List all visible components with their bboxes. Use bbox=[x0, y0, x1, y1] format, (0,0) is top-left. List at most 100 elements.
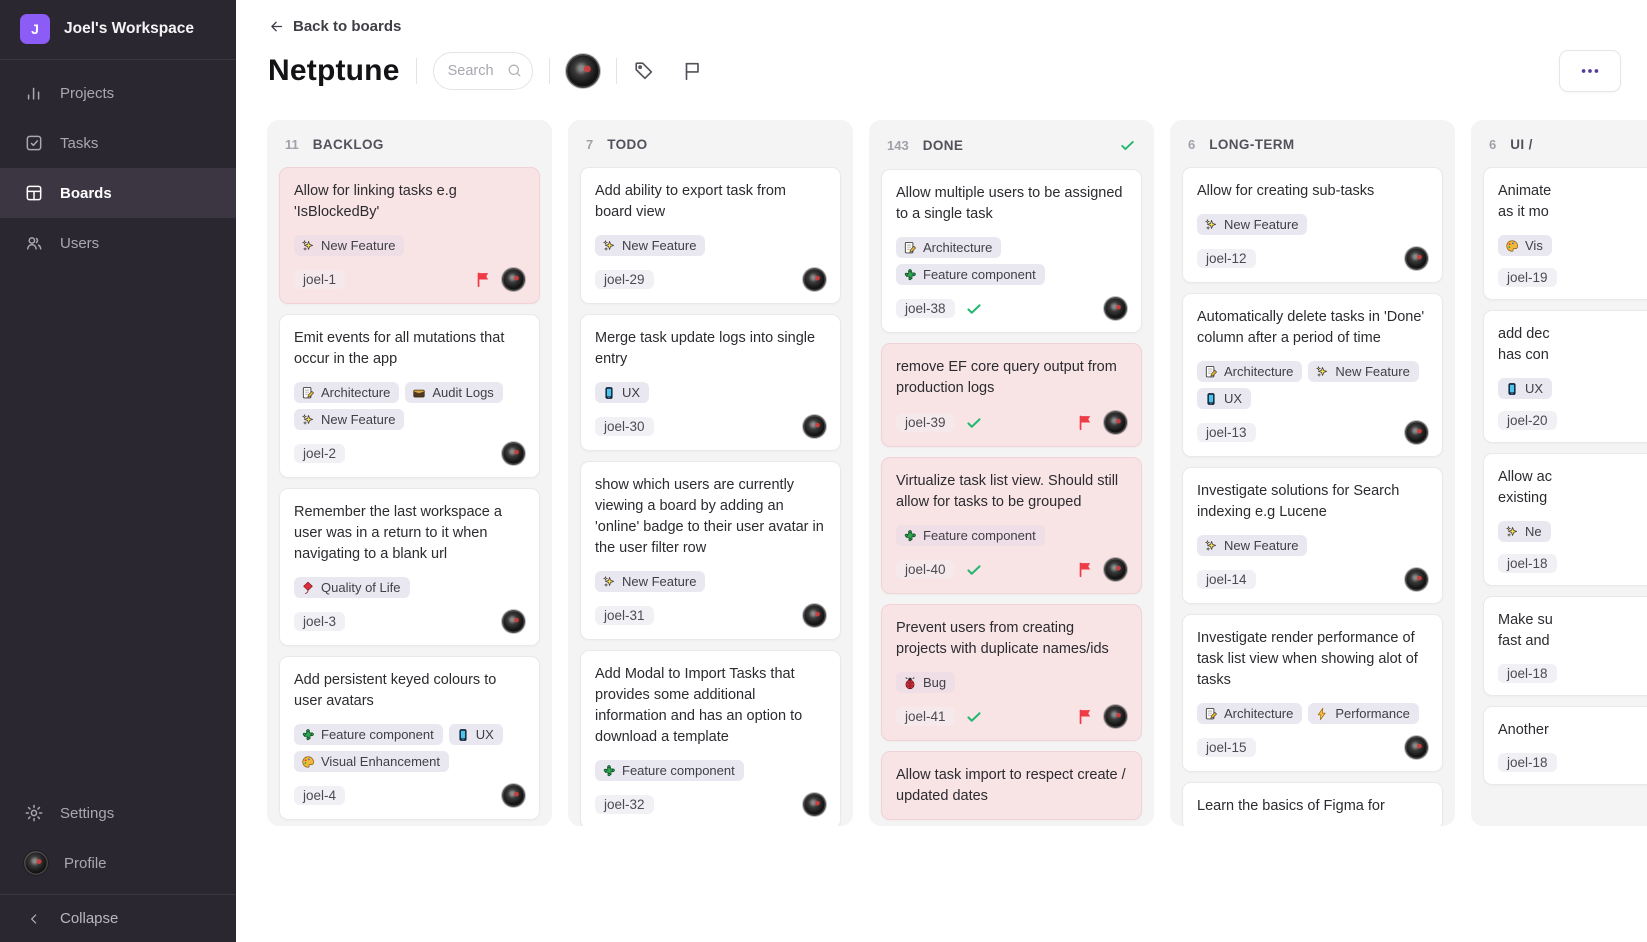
task-card[interactable]: Animate as it mo Vis joel-19 bbox=[1483, 167, 1647, 300]
tag-ne[interactable]: Ne bbox=[1498, 521, 1551, 542]
sidebar-item-tasks[interactable]: Tasks bbox=[0, 118, 236, 168]
column-title: DONE bbox=[923, 138, 964, 153]
tag-ux[interactable]: UX bbox=[595, 382, 649, 403]
board-menu-button[interactable] bbox=[1559, 50, 1621, 92]
tag-architecture[interactable]: Architecture bbox=[294, 382, 399, 403]
assignee-avatar[interactable] bbox=[803, 268, 826, 291]
tag-audit-logs[interactable]: Audit Logs bbox=[405, 382, 502, 403]
sidebar-item-settings[interactable]: Settings bbox=[0, 788, 236, 838]
tag-label: Bug bbox=[923, 675, 946, 690]
task-title: Allow for linking tasks e.g 'IsBlockedBy… bbox=[294, 181, 525, 223]
tag-visual-enhancement[interactable]: Visual Enhancement bbox=[294, 751, 449, 772]
task-ref: joel-20 bbox=[1498, 411, 1557, 430]
assignee-avatar[interactable] bbox=[502, 784, 525, 807]
task-card[interactable]: Add ability to export task from board vi… bbox=[580, 167, 841, 304]
assignee-avatar[interactable] bbox=[803, 415, 826, 438]
tag-ux[interactable]: UX bbox=[1498, 378, 1552, 399]
tag-label: Audit Logs bbox=[432, 385, 493, 400]
tag-new-feature[interactable]: New Feature bbox=[1197, 214, 1307, 235]
column-done-check-icon bbox=[1119, 137, 1136, 154]
task-card[interactable]: Allow for creating sub-tasks New Feature… bbox=[1182, 167, 1443, 283]
task-card[interactable]: Allow ac existing Ne joel-18 bbox=[1483, 453, 1647, 586]
assignee-avatar[interactable] bbox=[1104, 705, 1127, 728]
tag-new-feature[interactable]: New Feature bbox=[595, 235, 705, 256]
assignee-avatar[interactable] bbox=[1405, 568, 1428, 591]
sidebar-collapse-button[interactable]: Collapse bbox=[0, 894, 236, 942]
task-card[interactable]: Emit events for all mutations that occur… bbox=[279, 314, 540, 478]
task-title: Emit events for all mutations that occur… bbox=[294, 328, 525, 370]
tag-feature-component[interactable]: Feature component bbox=[294, 724, 443, 745]
task-card[interactable]: Learn the basics of Figma for bbox=[1182, 782, 1443, 826]
assignee-avatar[interactable] bbox=[1405, 736, 1428, 759]
task-card[interactable]: Investigate solutions for Search indexin… bbox=[1182, 467, 1443, 604]
column-title: BACKLOG bbox=[313, 137, 384, 152]
task-card[interactable]: Allow task import to respect create / up… bbox=[881, 751, 1142, 820]
sidebar-item-projects[interactable]: Projects bbox=[0, 68, 236, 118]
gear-icon bbox=[24, 803, 44, 823]
task-card[interactable]: Make su fast and joel-18 bbox=[1483, 596, 1647, 696]
tag-new-feature[interactable]: New Feature bbox=[294, 409, 404, 430]
tag-new-feature[interactable]: New Feature bbox=[595, 571, 705, 592]
tag-bug[interactable]: Bug bbox=[896, 672, 955, 693]
sidebar-item-boards[interactable]: Boards bbox=[0, 168, 236, 218]
tag-feature-component[interactable]: Feature component bbox=[896, 525, 1045, 546]
sparkles-icon bbox=[301, 413, 315, 427]
bug-icon bbox=[903, 676, 917, 690]
memo-icon bbox=[301, 386, 315, 400]
flag-filter-icon[interactable] bbox=[681, 60, 703, 82]
task-title: Allow ac existing bbox=[1498, 467, 1647, 509]
task-title: Automatically delete tasks in 'Done' col… bbox=[1197, 307, 1428, 349]
sidebar-item-profile[interactable]: Profile bbox=[0, 838, 236, 888]
tag-new-feature[interactable]: New Feature bbox=[1308, 361, 1418, 382]
assignee-avatar[interactable] bbox=[1104, 411, 1127, 434]
tag-label: UX bbox=[1224, 391, 1242, 406]
task-card[interactable]: Virtualize task list view. Should still … bbox=[881, 457, 1142, 594]
task-card[interactable]: Merge task update logs into single entry… bbox=[580, 314, 841, 451]
task-ref: joel-1 bbox=[294, 270, 345, 289]
assignee-avatar[interactable] bbox=[803, 793, 826, 816]
assignee-avatar[interactable] bbox=[502, 442, 525, 465]
task-card[interactable]: Automatically delete tasks in 'Done' col… bbox=[1182, 293, 1443, 457]
assignee-avatar[interactable] bbox=[502, 610, 525, 633]
flag-icon bbox=[1077, 414, 1094, 431]
tag-feature-component[interactable]: Feature component bbox=[896, 264, 1045, 285]
tag-new-feature[interactable]: New Feature bbox=[1197, 535, 1307, 556]
sidebar-item-users[interactable]: Users bbox=[0, 218, 236, 268]
tag-ux[interactable]: UX bbox=[1197, 388, 1251, 409]
task-footer: joel-32 bbox=[595, 793, 826, 816]
task-card[interactable]: remove EF core query output from product… bbox=[881, 343, 1142, 447]
tag-vis[interactable]: Vis bbox=[1498, 235, 1552, 256]
user-filter-avatar[interactable] bbox=[566, 54, 600, 88]
assignee-avatar[interactable] bbox=[1405, 421, 1428, 444]
tag-label: Architecture bbox=[321, 385, 390, 400]
tag-label: Architecture bbox=[923, 240, 992, 255]
task-card[interactable]: Another joel-18 bbox=[1483, 706, 1647, 785]
task-card[interactable]: Add Modal to Import Tasks that provides … bbox=[580, 650, 841, 826]
tag-architecture[interactable]: Architecture bbox=[1197, 361, 1302, 382]
back-to-boards-link[interactable]: Back to boards bbox=[268, 18, 401, 35]
workspace-header[interactable]: J Joel's Workspace bbox=[0, 0, 236, 60]
task-card[interactable]: show which users are currently viewing a… bbox=[580, 461, 841, 640]
task-card[interactable]: Prevent users from creating projects wit… bbox=[881, 604, 1142, 741]
task-card[interactable]: Remember the last workspace a user was i… bbox=[279, 488, 540, 646]
tag-feature-component[interactable]: Feature component bbox=[595, 760, 744, 781]
tag-filter-icon[interactable] bbox=[633, 60, 655, 82]
tag-performance[interactable]: Performance bbox=[1308, 703, 1418, 724]
assignee-avatar[interactable] bbox=[502, 268, 525, 291]
assignee-avatar[interactable] bbox=[803, 604, 826, 627]
task-card[interactable]: add dec has con UX joel-20 bbox=[1483, 310, 1647, 443]
assignee-avatar[interactable] bbox=[1405, 247, 1428, 270]
tag-ux[interactable]: UX bbox=[449, 724, 503, 745]
tag-new-feature[interactable]: New Feature bbox=[294, 235, 404, 256]
assignee-avatar[interactable] bbox=[1104, 297, 1127, 320]
task-card[interactable]: Add persistent keyed colours to user ava… bbox=[279, 656, 540, 820]
tag-architecture[interactable]: Architecture bbox=[1197, 703, 1302, 724]
task-card[interactable]: Allow for linking tasks e.g 'IsBlockedBy… bbox=[279, 167, 540, 304]
assignee-avatar[interactable] bbox=[1104, 558, 1127, 581]
tag-architecture[interactable]: Architecture bbox=[896, 237, 1001, 258]
task-title: Add persistent keyed colours to user ava… bbox=[294, 670, 525, 712]
task-card[interactable]: Allow multiple users to be assigned to a… bbox=[881, 169, 1142, 333]
back-label: Back to boards bbox=[293, 18, 401, 35]
task-card[interactable]: Investigate render performance of task l… bbox=[1182, 614, 1443, 772]
tag-quality-of-life[interactable]: Quality of Life bbox=[294, 577, 410, 598]
